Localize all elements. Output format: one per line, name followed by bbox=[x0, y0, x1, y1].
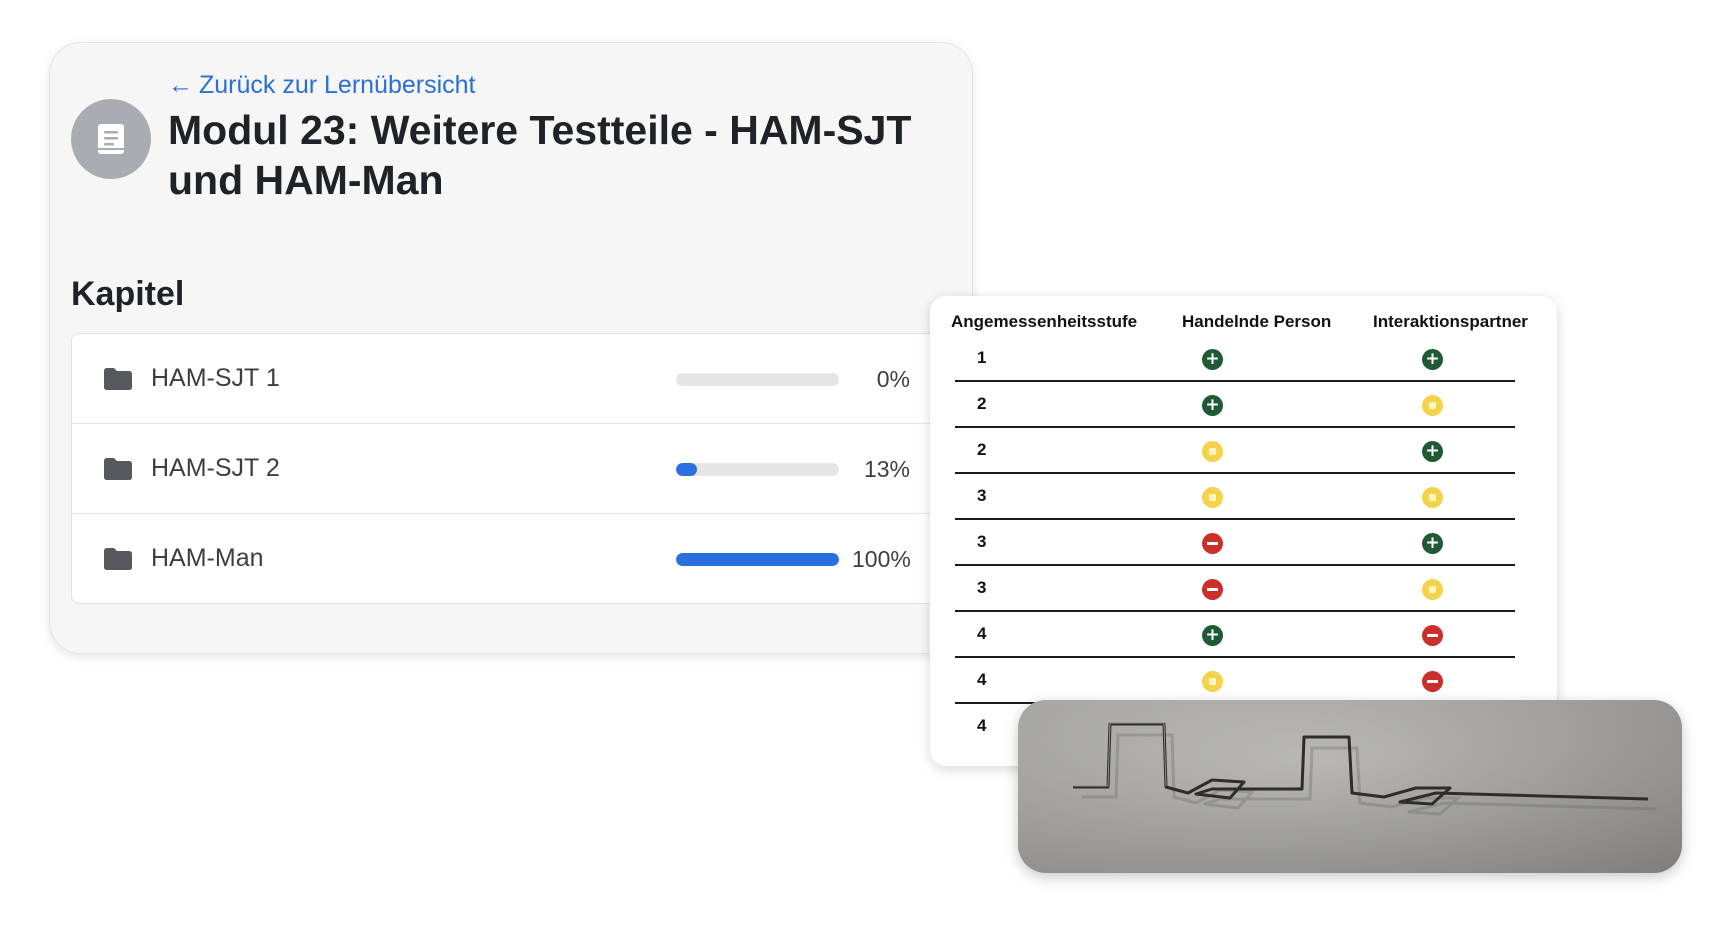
book-icon bbox=[98, 124, 124, 154]
level-cell: 4 bbox=[977, 716, 987, 735]
arrow-left-icon: ← bbox=[168, 71, 193, 99]
neutral-circle-icon bbox=[1422, 395, 1443, 416]
folder-icon bbox=[104, 368, 132, 390]
chapter-row[interactable]: HAM-SJT 1 0% bbox=[72, 334, 972, 424]
table-row: 3 bbox=[955, 566, 1515, 612]
progress-bar bbox=[676, 373, 839, 386]
module-avatar bbox=[71, 99, 151, 179]
folder-icon bbox=[104, 548, 132, 570]
back-link-label: Zurück zur Lernübersicht bbox=[199, 71, 476, 99]
plus-circle-icon: + bbox=[1202, 349, 1223, 370]
table-row: 2 + bbox=[955, 382, 1515, 428]
table-row: 1 + + bbox=[955, 336, 1515, 382]
minus-circle-icon bbox=[1422, 671, 1443, 692]
level-cell: 2 bbox=[977, 394, 987, 413]
minus-circle-icon bbox=[1422, 625, 1443, 646]
table-row: 3 + bbox=[955, 520, 1515, 566]
table-row: 3 bbox=[955, 474, 1515, 520]
minus-circle-icon bbox=[1202, 533, 1223, 554]
progress-fill bbox=[676, 463, 698, 476]
column-header-person: Handelnde Person bbox=[1182, 312, 1332, 331]
progress-bar bbox=[676, 463, 839, 476]
minus-circle-icon bbox=[1202, 579, 1223, 600]
neutral-circle-icon bbox=[1202, 487, 1223, 508]
plus-circle-icon: + bbox=[1202, 625, 1223, 646]
plus-circle-icon: + bbox=[1422, 441, 1443, 462]
level-cell: 4 bbox=[977, 624, 987, 643]
progress-fill bbox=[676, 553, 839, 566]
chapter-row[interactable]: HAM-Man 100% bbox=[72, 514, 972, 603]
plus-circle-icon: + bbox=[1422, 349, 1443, 370]
level-cell: 3 bbox=[977, 578, 987, 597]
bent-wire-photo bbox=[1018, 700, 1682, 873]
progress-percent: 13% bbox=[863, 456, 910, 482]
progress-bar bbox=[676, 553, 839, 566]
folder-icon bbox=[104, 458, 132, 480]
rating-table-card: Angemessenheitsstufe Handelnde Person In… bbox=[930, 296, 1557, 766]
table-row: 4 bbox=[955, 658, 1515, 704]
plus-circle-icon: + bbox=[1202, 395, 1223, 416]
level-cell: 3 bbox=[977, 532, 987, 551]
chapter-label: HAM-SJT 1 bbox=[151, 364, 280, 392]
level-cell: 1 bbox=[977, 348, 987, 367]
chapter-label: HAM-Man bbox=[151, 544, 264, 572]
neutral-circle-icon bbox=[1422, 487, 1443, 508]
level-cell: 2 bbox=[977, 440, 987, 459]
chapter-list: HAM-SJT 1 0% HAM-SJT 2 13% HAM-Man 100% bbox=[71, 333, 972, 604]
rating-table-body: 1 + +2 +2 +3 3 +3 4 +4 4 bbox=[955, 336, 1515, 750]
module-card: ← Zurück zur Lernübersicht Modul 23: Weit… bbox=[49, 42, 973, 654]
table-row: 4 + bbox=[955, 612, 1515, 658]
chapter-label: HAM-SJT 2 bbox=[151, 454, 280, 482]
plus-circle-icon: + bbox=[1422, 533, 1443, 554]
progress-percent: 0% bbox=[876, 366, 910, 392]
column-header-partner: Interaktionspartner bbox=[1373, 312, 1528, 331]
table-row: 2 + bbox=[955, 428, 1515, 474]
section-title: Kapitel bbox=[71, 275, 185, 313]
module-title: Modul 23: Weitere Testteile - HAM-SJT un… bbox=[168, 107, 912, 203]
chapter-row[interactable]: HAM-SJT 2 13% bbox=[72, 424, 972, 514]
back-to-overview-link[interactable]: ← Zurück zur Lernübersicht bbox=[168, 71, 476, 100]
level-cell: 4 bbox=[977, 670, 987, 689]
progress-percent: 100% bbox=[852, 546, 911, 572]
neutral-circle-icon bbox=[1422, 579, 1443, 600]
neutral-circle-icon bbox=[1202, 671, 1223, 692]
level-cell: 3 bbox=[977, 486, 987, 505]
column-header-level: Angemessenheitsstufe bbox=[951, 312, 1138, 331]
neutral-circle-icon bbox=[1202, 441, 1223, 462]
